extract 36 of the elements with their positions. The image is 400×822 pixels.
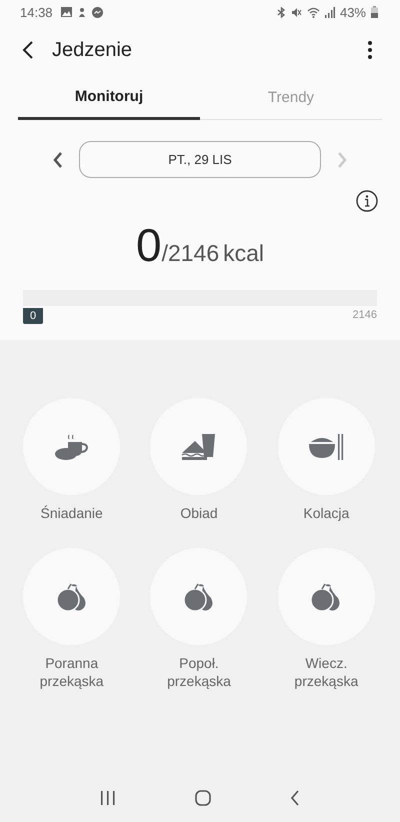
apple-and-pear-icon	[56, 582, 88, 612]
gallery-icon	[60, 7, 72, 17]
wifi-icon	[306, 6, 320, 18]
meal-label: Wiecz. przekąska	[294, 654, 358, 690]
calorie-unit: kcal	[223, 240, 264, 267]
battery-percentage: 43%	[340, 4, 366, 20]
back-icon	[22, 41, 34, 59]
mute-icon	[290, 6, 302, 18]
calorie-goal: /2146	[162, 240, 220, 267]
chevron-right-icon	[337, 152, 347, 168]
rice-bowl-and-chopsticks-icon	[308, 432, 344, 460]
calories-consumed: 0	[136, 218, 162, 272]
meal-label: Kolacja	[303, 504, 350, 522]
goal-label: 2146	[352, 309, 377, 321]
meal-label: Śniadanie	[40, 504, 103, 522]
status-time: 14:38	[20, 4, 53, 20]
apple-and-pear-icon	[182, 582, 215, 612]
more-options-icon	[368, 41, 372, 59]
progress-marker: 0	[23, 308, 44, 324]
sandwich-and-drink-icon	[180, 432, 217, 460]
messenger-icon	[92, 6, 103, 18]
info-icon[interactable]	[356, 190, 378, 212]
apple-and-pear-icon	[310, 582, 342, 612]
back-icon	[290, 790, 300, 806]
battery-icon	[371, 6, 378, 18]
meal-label: Poranna przekąska	[40, 654, 104, 690]
signal-icon	[324, 6, 335, 18]
date-button[interactable]: PT., 29 LIS	[79, 141, 321, 178]
bluetooth-icon	[276, 6, 286, 18]
chevron-left-icon	[53, 152, 63, 168]
page-title: Jedzenie	[52, 38, 132, 62]
recent-apps-icon	[100, 791, 116, 805]
meal-label: Obiad	[180, 504, 218, 522]
notification-icon	[76, 6, 87, 18]
home-icon	[194, 790, 211, 806]
meal-label: Popoł. przekąska	[167, 654, 231, 690]
